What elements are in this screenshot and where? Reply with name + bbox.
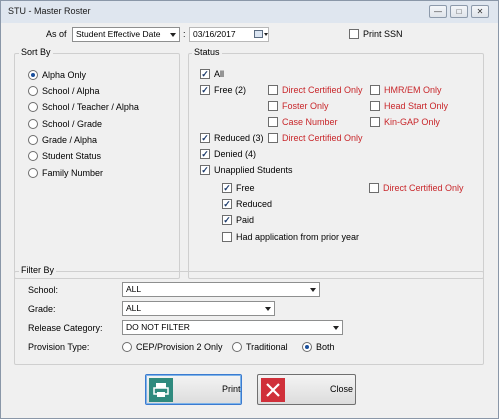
sort-option-label: School / Teacher / Alpha	[42, 102, 139, 112]
sort-option-label: Grade / Alpha	[42, 135, 98, 145]
sort-option-label: School / Alpha	[42, 86, 100, 96]
print-button[interactable]: Print	[145, 374, 242, 405]
status-denied-label: Denied (4)	[214, 149, 257, 159]
free-hmr-em-label: HMR/EM Only	[384, 85, 442, 95]
grade-select[interactable]: ALL	[122, 301, 275, 316]
provision-both-radio[interactable]	[302, 342, 312, 352]
chevron-down-icon	[170, 33, 176, 37]
printer-icon	[149, 378, 173, 402]
school-value: ALL	[126, 284, 142, 294]
as-of-mode-value: Student Effective Date	[76, 29, 161, 39]
status-free-label: Free (2)	[214, 85, 247, 95]
sort-grade-alpha-radio[interactable]	[28, 135, 38, 145]
unapplied-direct-certified-label: Direct Certified Only	[383, 183, 464, 193]
school-select[interactable]: ALL	[122, 282, 320, 297]
free-head-start-checkbox[interactable]	[370, 101, 380, 111]
as-of-date-picker[interactable]: 03/16/2017	[189, 27, 269, 42]
grade-label: Grade:	[28, 304, 56, 314]
print-button-label: Print	[222, 384, 241, 394]
as-of-label: As of	[46, 29, 67, 39]
free-kin-gap-label: Kin-GAP Only	[384, 117, 440, 127]
filter-by-title: Filter By	[19, 265, 57, 275]
window-title: STU - Master Roster	[8, 6, 91, 16]
master-roster-window: STU - Master Roster — □ ✕ As of Student …	[0, 0, 499, 419]
free-hmr-em-checkbox[interactable]	[370, 85, 380, 95]
status-unapplied-label: Unapplied Students	[214, 165, 293, 175]
sort-option-label: Family Number	[42, 168, 104, 178]
close-button-label: Close	[330, 384, 354, 394]
sort-student-status-radio[interactable]	[28, 151, 38, 161]
print-ssn-label: Print SSN	[363, 29, 403, 39]
print-ssn-checkbox[interactable]	[349, 29, 359, 39]
status-free-checkbox[interactable]: ✓	[200, 85, 210, 95]
free-head-start-label: Head Start Only	[384, 101, 449, 111]
free-kin-gap-checkbox[interactable]	[370, 117, 380, 127]
unapplied-reduced-label: Reduced	[236, 199, 273, 209]
grade-value: ALL	[126, 303, 142, 313]
provision-traditional-radio[interactable]	[232, 342, 242, 352]
dialog-body: As of Student Effective Date : 03/16/201…	[6, 23, 493, 415]
free-case-number-checkbox[interactable]	[268, 117, 278, 127]
status-all-label: All	[214, 69, 225, 79]
status-title: Status	[192, 47, 222, 57]
sort-family-number-radio[interactable]	[28, 168, 38, 178]
close-x-icon	[261, 378, 285, 402]
sort-alpha-only-radio[interactable]	[28, 70, 38, 80]
chevron-down-icon	[333, 326, 339, 330]
free-foster-checkbox[interactable]	[268, 101, 278, 111]
provision-type-label: Provision Type:	[28, 342, 90, 352]
unapplied-paid-label: Paid	[236, 215, 255, 225]
status-unapplied-checkbox[interactable]: ✓	[200, 165, 210, 175]
status-all-checkbox[interactable]: ✓	[200, 69, 210, 79]
school-label: School:	[28, 285, 59, 295]
free-direct-certified-checkbox[interactable]	[268, 85, 278, 95]
release-category-value: DO NOT FILTER	[126, 322, 190, 332]
free-direct-certified-label: Direct Certified Only	[282, 85, 363, 95]
sort-option-label: Student Status	[42, 151, 102, 161]
calendar-icon[interactable]	[254, 30, 263, 38]
provision-option-label: CEP/Provision 2 Only	[136, 342, 223, 352]
sort-school-alpha-radio[interactable]	[28, 86, 38, 96]
unapplied-paid-checkbox[interactable]: ✓	[222, 215, 232, 225]
free-case-number-label: Case Number	[282, 117, 338, 127]
provision-option-label: Traditional	[246, 342, 288, 352]
restore-icon[interactable]: □	[450, 5, 468, 18]
provision-option-label: Both	[316, 342, 335, 352]
sort-school-teacher-alpha-radio[interactable]	[28, 102, 38, 112]
unapplied-reduced-checkbox[interactable]: ✓	[222, 199, 232, 209]
title-bar: STU - Master Roster — □ ✕	[1, 1, 498, 23]
status-denied-checkbox[interactable]: ✓	[200, 149, 210, 159]
minimize-icon[interactable]: —	[429, 5, 447, 18]
unapplied-prior-year-label: Had application from prior year	[236, 232, 360, 242]
as-of-date-value: 03/16/2017	[193, 29, 236, 39]
release-category-label: Release Category:	[28, 323, 103, 333]
status-reduced-checkbox[interactable]: ✓	[200, 133, 210, 143]
close-icon[interactable]: ✕	[471, 5, 489, 18]
as-of-colon: :	[183, 29, 186, 39]
unapplied-free-checkbox[interactable]: ✓	[222, 183, 232, 193]
unapplied-prior-year-checkbox[interactable]	[222, 232, 232, 242]
unapplied-direct-certified-checkbox[interactable]	[369, 183, 379, 193]
chevron-down-icon	[264, 33, 268, 36]
sort-option-label: School / Grade	[42, 119, 103, 129]
unapplied-free-label: Free	[236, 183, 255, 193]
free-foster-label: Foster Only	[282, 101, 329, 111]
close-button[interactable]: Close	[257, 374, 356, 405]
chevron-down-icon	[265, 307, 271, 311]
sort-school-grade-radio[interactable]	[28, 119, 38, 129]
reduced-direct-certified-checkbox[interactable]	[268, 133, 278, 143]
release-category-select[interactable]: DO NOT FILTER	[122, 320, 343, 335]
status-reduced-label: Reduced (3)	[214, 133, 264, 143]
as-of-mode-select[interactable]: Student Effective Date	[72, 27, 180, 42]
sort-by-title: Sort By	[19, 47, 53, 57]
provision-cep-radio[interactable]	[122, 342, 132, 352]
chevron-down-icon	[310, 288, 316, 292]
reduced-direct-certified-label: Direct Certified Only	[282, 133, 363, 143]
sort-option-label: Alpha Only	[42, 70, 87, 80]
